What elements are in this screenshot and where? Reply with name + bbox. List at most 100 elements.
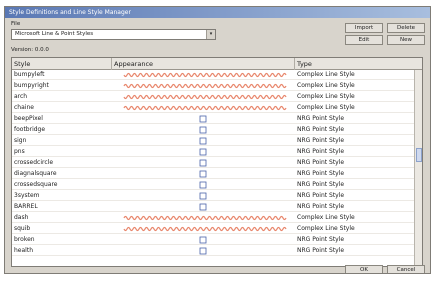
cancel-button[interactable]: Cancel (387, 265, 425, 273)
style-name-cell: crossedcircle (14, 159, 54, 166)
line-style-sample (123, 105, 287, 111)
chevron-down-icon[interactable]: ▾ (206, 30, 215, 39)
appearance-cell (112, 169, 292, 179)
file-select-value: Microsoft Line & Point Styles (15, 31, 94, 37)
style-name-cell: pns (14, 148, 25, 155)
style-name-cell: dash (14, 214, 29, 221)
style-name-cell: crossedsquare (14, 181, 58, 188)
line-sample-path (123, 94, 287, 100)
style-name-cell: footbridge (14, 126, 46, 133)
point-sample-symbol (199, 236, 207, 244)
style-name-cell: squib (14, 225, 31, 232)
style-name-cell: bumpyright (14, 82, 49, 89)
style-type-cell: Complex Line Style (297, 82, 355, 89)
table-row[interactable]: bumpyright Complex Line Style (12, 81, 416, 91)
style-type-cell: NRG Point Style (297, 148, 345, 155)
style-name-cell: diagnalsquare (14, 170, 57, 177)
point-sample-symbol (199, 203, 207, 211)
table-row[interactable]: diagnalsquare NRG Point Style (12, 169, 416, 179)
table-row[interactable]: chaine Complex Line Style (12, 103, 416, 113)
appearance-cell (112, 92, 292, 102)
point-sample-symbol (199, 247, 207, 255)
appearance-cell (112, 213, 292, 223)
table-row[interactable]: footbridge NRG Point Style (12, 125, 416, 135)
style-name-cell: broken (14, 236, 35, 243)
import-button[interactable]: Import (345, 23, 383, 33)
column-header-appearance[interactable]: Appearance (112, 58, 295, 70)
style-name-cell: bumpyleft (14, 71, 45, 78)
style-type-cell: Complex Line Style (297, 93, 355, 100)
file-select[interactable]: Microsoft Line & Point Styles ▾ (11, 29, 216, 40)
style-name-cell: BARREL (14, 203, 38, 210)
style-type-cell: Complex Line Style (297, 104, 355, 111)
ok-button[interactable]: OK (345, 265, 383, 273)
line-sample-path (123, 72, 287, 78)
point-sample-symbol (199, 115, 207, 123)
style-type-cell: NRG Point Style (297, 115, 345, 122)
column-header-style[interactable]: Style (12, 58, 112, 70)
appearance-cell (112, 224, 292, 234)
appearance-cell (112, 81, 292, 91)
appearance-cell (112, 158, 292, 168)
point-style-sample (199, 137, 207, 145)
line-style-sample (123, 94, 287, 100)
appearance-cell (112, 246, 292, 256)
point-sample-symbol (199, 148, 207, 156)
style-name-cell: chaine (14, 104, 34, 111)
point-sample-symbol (199, 126, 207, 134)
point-sample-symbol (199, 137, 207, 145)
point-sample-symbol (199, 159, 207, 167)
table-row[interactable]: pns NRG Point Style (12, 147, 416, 157)
table-row[interactable]: broken NRG Point Style (12, 235, 416, 245)
line-style-sample (123, 215, 287, 221)
point-style-sample (199, 170, 207, 178)
style-name-cell: health (14, 247, 33, 254)
column-header-type[interactable]: Type (295, 58, 416, 70)
point-style-sample (199, 236, 207, 244)
point-style-sample (199, 148, 207, 156)
style-type-cell: NRG Point Style (297, 181, 345, 188)
point-style-sample (199, 159, 207, 167)
table-row[interactable]: health NRG Point Style (12, 246, 416, 256)
point-sample-symbol (199, 181, 207, 189)
table-row[interactable]: 3system NRG Point Style (12, 191, 416, 201)
appearance-cell (112, 147, 292, 157)
styles-table: Style Appearance Type bumpyleft Complex L… (11, 57, 423, 267)
delete-button[interactable]: Delete (387, 23, 425, 33)
table-row[interactable]: arch Complex Line Style (12, 92, 416, 102)
appearance-cell (112, 235, 292, 245)
point-sample-symbol (199, 170, 207, 178)
point-style-sample (199, 247, 207, 255)
table-row[interactable]: beepPixel NRG Point Style (12, 114, 416, 124)
window-title: Style Definitions and Line Style Manager (5, 7, 430, 18)
vertical-scrollbar[interactable] (414, 70, 422, 266)
line-sample-path (123, 83, 287, 89)
table-row[interactable]: sign NRG Point Style (12, 136, 416, 146)
style-type-cell: NRG Point Style (297, 137, 345, 144)
edit-button[interactable]: Edit (345, 35, 383, 45)
table-row[interactable]: BARREL NRG Point Style (12, 202, 416, 212)
version-label: Version: 0.0.0 (11, 47, 49, 53)
table-row[interactable]: dash Complex Line Style (12, 213, 416, 223)
appearance-cell (112, 180, 292, 190)
style-type-cell: NRG Point Style (297, 126, 345, 133)
scrollbar-thumb[interactable] (416, 148, 422, 162)
point-style-sample (199, 126, 207, 134)
table-row[interactable]: crossedcircle NRG Point Style (12, 158, 416, 168)
line-style-sample (123, 83, 287, 89)
style-name-cell: arch (14, 93, 28, 100)
point-style-sample (199, 181, 207, 189)
style-name-cell: sign (14, 137, 27, 144)
new-button[interactable]: New (387, 35, 425, 45)
style-manager-window: Style Definitions and Line Style Manager… (4, 6, 431, 274)
appearance-cell (112, 136, 292, 146)
table-row[interactable]: crossedsquare NRG Point Style (12, 180, 416, 190)
style-name-cell: beepPixel (14, 115, 43, 122)
point-style-sample (199, 203, 207, 211)
appearance-cell (112, 70, 292, 80)
style-name-cell: 3system (14, 192, 40, 199)
style-type-cell: NRG Point Style (297, 170, 345, 177)
table-row[interactable]: bumpyleft Complex Line Style (12, 70, 416, 80)
table-row[interactable]: squib Complex Line Style (12, 224, 416, 234)
style-type-cell: Complex Line Style (297, 214, 355, 221)
